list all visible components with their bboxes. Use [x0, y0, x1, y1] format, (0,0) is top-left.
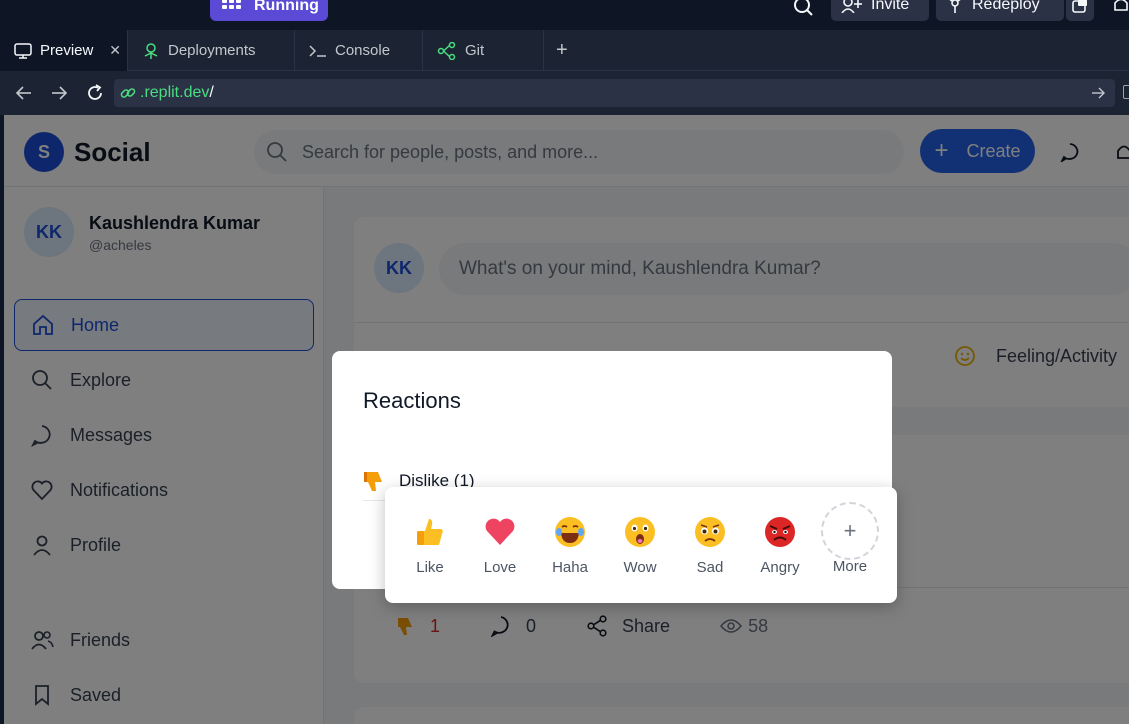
tab-preview[interactable]: Preview ✕: [0, 30, 128, 71]
tab-console[interactable]: Console: [295, 30, 423, 71]
reaction-haha[interactable]: Haha: [540, 515, 600, 595]
reaction-label: More: [832, 558, 868, 575]
url-path: /: [209, 84, 214, 101]
arrow-right-icon[interactable]: [1089, 84, 1107, 102]
tab-git[interactable]: Git: [423, 30, 544, 71]
close-icon[interactable]: ✕: [109, 42, 121, 59]
reaction-sad[interactable]: Sad: [680, 515, 740, 595]
devtools-icon[interactable]: [1123, 85, 1129, 99]
app-preview: S Social Search for people, posts, and m…: [4, 115, 1129, 724]
modal-title: Reactions: [363, 388, 461, 413]
reaction-wow[interactable]: Wow: [610, 515, 670, 595]
reaction-angry[interactable]: Angry: [750, 515, 810, 595]
workspace-tab-bar: Preview ✕ Deployments Console Git +: [0, 30, 1129, 71]
reaction-label: Angry: [760, 559, 800, 576]
sad-face-icon: [695, 517, 725, 547]
reaction-picker: Like Love Haha Wow Sad Angry + More: [385, 487, 897, 603]
git-branch-icon: [437, 41, 456, 60]
tab-label: Deployments: [168, 42, 256, 59]
stop-grid-icon: [222, 0, 241, 9]
window-icon: [1072, 0, 1087, 13]
reaction-label: Sad: [696, 559, 724, 576]
plus-icon: +: [821, 502, 879, 560]
preview-url-bar: .replit.dev /: [0, 71, 1129, 115]
invite-label: Invite: [871, 0, 910, 13]
deployments-icon: [144, 42, 158, 59]
deploy-status-button[interactable]: [1066, 0, 1094, 21]
tab-label: Console: [335, 42, 391, 59]
redeploy-button[interactable]: Redeploy: [936, 0, 1064, 21]
tab-label: Git: [465, 42, 485, 59]
tab-deployments[interactable]: Deployments: [128, 30, 295, 71]
run-label: Running: [254, 0, 319, 14]
redeploy-label: Redeploy: [972, 0, 1040, 13]
add-user-icon: [841, 0, 862, 13]
reaction-label: Love: [483, 559, 517, 576]
reaction-love[interactable]: Love: [470, 515, 530, 595]
terminal-icon: [309, 44, 326, 57]
reaction-like[interactable]: Like: [400, 515, 460, 595]
heart-icon: [485, 518, 515, 545]
thumbs-down-icon: [364, 471, 382, 491]
run-button[interactable]: Running: [210, 0, 328, 21]
laughing-face-icon: [555, 517, 585, 547]
url-host: .replit.dev: [140, 84, 210, 101]
tab-label: Preview: [40, 42, 94, 59]
invite-button[interactable]: Invite: [831, 0, 929, 21]
forward-icon[interactable]: [49, 83, 69, 103]
new-tab-button[interactable]: +: [556, 39, 568, 62]
bell-icon[interactable]: [1111, 0, 1129, 14]
url-input[interactable]: .replit.dev /: [114, 79, 1115, 107]
monitor-icon: [14, 42, 32, 59]
search-icon[interactable]: [792, 0, 814, 18]
reaction-more[interactable]: + More: [820, 502, 880, 595]
replit-top-bar: Running Invite Redeploy: [0, 0, 1129, 30]
surprised-face-icon: [625, 517, 655, 547]
thumbs-up-icon: [417, 519, 443, 545]
reload-icon[interactable]: [85, 83, 105, 103]
reaction-label: Wow: [623, 559, 657, 576]
reaction-label: Like: [416, 559, 444, 576]
angry-face-icon: [765, 517, 795, 547]
back-icon[interactable]: [14, 83, 34, 103]
deploy-icon: [949, 0, 961, 13]
reaction-label: Haha: [552, 559, 588, 576]
link-icon: [120, 88, 136, 98]
